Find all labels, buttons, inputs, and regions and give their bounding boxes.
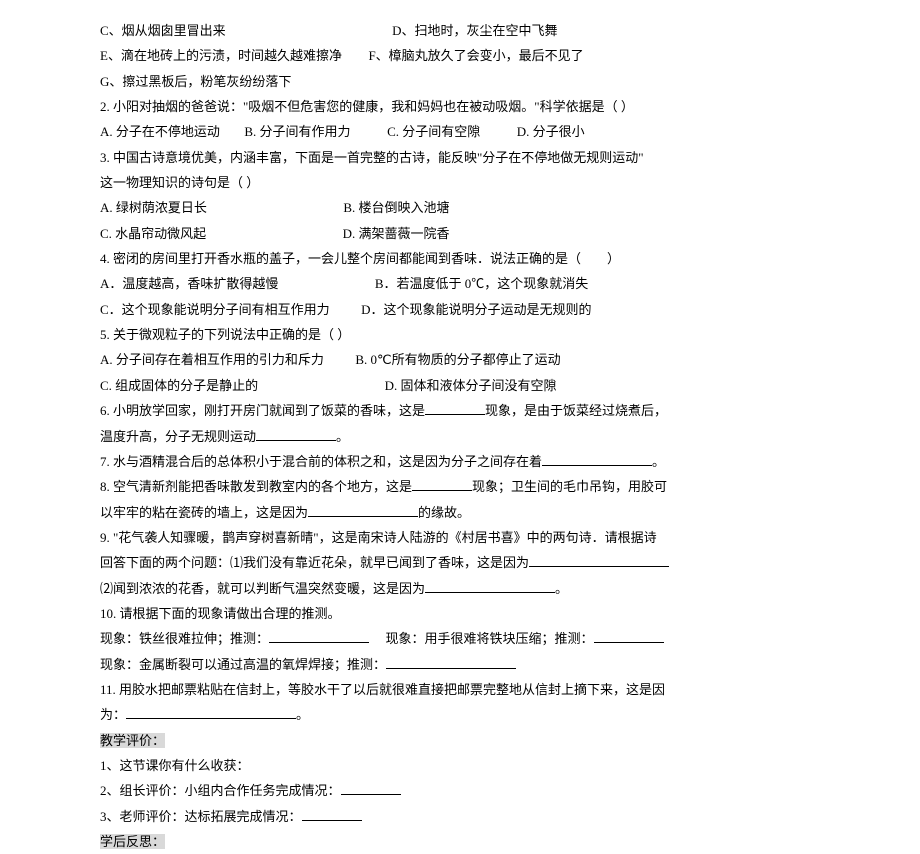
eval-blank2[interactable] xyxy=(302,808,362,821)
q10-blank3[interactable] xyxy=(386,656,516,669)
q8-line2: 以牢牢的粘在瓷砖的墙上，这是因为 的缘故。 xyxy=(100,500,820,525)
q10-stem: 10. 请根据下面的现象请做出合理的推测。 xyxy=(100,601,820,626)
q11-part3: 。 xyxy=(296,707,309,722)
eval-header: 教学评价： xyxy=(100,728,820,753)
q10-row2: 现象：金属断裂可以通过高温的氧焊焊接；推测： xyxy=(100,652,820,677)
q3-stem1: 3. 中国古诗意境优美，内涵丰富，下面是一首完整的古诗，能反映"分子在不停地做无… xyxy=(100,145,820,170)
eval-header-text: 教学评价： xyxy=(100,733,165,748)
reflection-header: 学后反思： xyxy=(100,829,820,854)
q8-part2: 现象；卫生间的毛巾吊钩，用胶可 xyxy=(472,479,667,494)
q6-blank2[interactable] xyxy=(256,428,336,441)
q1-option-g: G、擦过黑板后，粉笔灰纷纷落下 xyxy=(100,69,820,94)
q3-opt-d: D. 满架蔷薇一院香 xyxy=(343,226,450,241)
q6-line1: 6. 小明放学回家，刚打开房门就闻到了饭菜的香味，这是 现象，是由于饭菜经过烧煮后… xyxy=(100,398,820,423)
q6-part2: 现象，是由于饭菜经过烧煮后， xyxy=(485,403,667,418)
q11-part2: 为： xyxy=(100,707,126,722)
q2-stem: 2. 小阳对抽烟的爸爸说："吸烟不但危害您的健康，我和妈妈也在被动吸烟。"科学依… xyxy=(100,94,820,119)
q6-blank1[interactable] xyxy=(425,402,485,415)
reflection-text: 学后反思： xyxy=(100,834,165,849)
q8-blank1[interactable] xyxy=(412,478,472,491)
q10-row2a: 现象：金属断裂可以通过高温的氧焊焊接；推测： xyxy=(100,657,386,672)
q9-sub1a: 回答下面的两个问题：⑴我们没有靠近花朵，就早已闻到了香味，这是因为 xyxy=(100,555,529,570)
q4-opt-d: D．这个现象能说明分子运动是无规则的 xyxy=(361,302,591,317)
q3-stem2: 这一物理知识的诗句是（ ） xyxy=(100,170,820,195)
q10-blank1[interactable] xyxy=(269,630,369,643)
eval-i3: 3、老师评价：达标拓展完成情况： xyxy=(100,804,820,829)
q4-opt-a: A．温度越高，香味扩散得越慢 xyxy=(100,276,278,291)
q9-sub2b: 。 xyxy=(555,581,568,596)
q5-opt-c: C. 组成固体的分子是静止的 xyxy=(100,378,258,393)
q8-part3: 以牢牢的粘在瓷砖的墙上，这是因为 xyxy=(100,505,308,520)
q7-part2: 。 xyxy=(652,454,665,469)
q9-sub1: 回答下面的两个问题：⑴我们没有靠近花朵，就早已闻到了香味，这是因为 xyxy=(100,550,820,575)
q6-part3: 温度升高，分子无规则运动 xyxy=(100,429,256,444)
q5-row-cd: C. 组成固体的分子是静止的 D. 固体和液体分子间没有空隙 xyxy=(100,373,820,398)
q2-opt-d: D. 分子很小 xyxy=(517,124,585,139)
eval-blank1[interactable] xyxy=(341,782,401,795)
q7-line: 7. 水与酒精混合后的总体积小于混合前的体积之和，这是因为分子之间存在着 。 xyxy=(100,449,820,474)
q6-part4: 。 xyxy=(336,429,349,444)
q3-opt-a: A. 绿树荫浓夏日长 xyxy=(100,200,207,215)
q4-row-ab: A．温度越高，香味扩散得越慢 B．若温度低于 0℃，这个现象就消失 xyxy=(100,271,820,296)
q11-line2: 为： 。 xyxy=(100,702,820,727)
q10-blank2[interactable] xyxy=(594,630,664,643)
q4-stem: 4. 密闭的房间里打开香水瓶的盖子，一会儿整个房间都能闻到香味．说法正确的是（ … xyxy=(100,246,820,271)
q7-blank[interactable] xyxy=(542,453,652,466)
q4-opt-c: C．这个现象能说明分子间有相互作用力 xyxy=(100,302,330,317)
q3-row-ab: A. 绿树荫浓夏日长 B. 楼台倒映入池塘 xyxy=(100,195,820,220)
q8-part1: 8. 空气清新剂能把香味散发到教室内的各个地方，这是 xyxy=(100,479,412,494)
eval-i2-text: 2、组长评价：小组内合作任务完成情况： xyxy=(100,783,341,798)
q2-options: A. 分子在不停地运动 B. 分子间有作用力 C. 分子间有空隙 D. 分子很小 xyxy=(100,119,820,144)
q5-opt-a: A. 分子间存在着相互作用的引力和斥力 xyxy=(100,352,324,367)
q8-line1: 8. 空气清新剂能把香味散发到教室内的各个地方，这是 现象；卫生间的毛巾吊钩，用胶… xyxy=(100,474,820,499)
q1-opt-c: C、烟从烟囱里冒出来 xyxy=(100,23,226,38)
q10-row1a: 现象：铁丝很难拉伸；推测： xyxy=(100,631,269,646)
q5-opt-d: D. 固体和液体分子间没有空隙 xyxy=(385,378,557,393)
q1-opt-f: F、樟脑丸放久了会变小，最后不见了 xyxy=(368,48,583,63)
eval-i2: 2、组长评价：小组内合作任务完成情况： xyxy=(100,778,820,803)
q1-option-cd: C、烟从烟囱里冒出来 D、扫地时，灰尘在空中飞舞 xyxy=(100,18,820,43)
q11-blank[interactable] xyxy=(126,706,296,719)
q6-line2: 温度升高，分子无规则运动 。 xyxy=(100,424,820,449)
q9-stem: 9. "花气袭人知骤暖，鹊声穿树喜新晴"，这是南宋诗人陆游的《村居书喜》中的两句… xyxy=(100,525,820,550)
q1-opt-g: G、擦过黑板后，粉笔灰纷纷落下 xyxy=(100,74,291,89)
q9-sub2: ⑵闻到浓浓的花香，就可以判断气温突然变暖，这是因为 。 xyxy=(100,576,820,601)
q3-opt-c: C. 水晶帘动微风起 xyxy=(100,226,206,241)
q1-opt-d: D、扫地时，灰尘在空中飞舞 xyxy=(392,23,557,38)
q1-option-ef: E、滴在地砖上的污渍，时间越久越难擦净 F、樟脑丸放久了会变小，最后不见了 xyxy=(100,43,820,68)
q4-opt-b: B．若温度低于 0℃，这个现象就消失 xyxy=(375,276,588,291)
q1-opt-e: E、滴在地砖上的污渍，时间越久越难擦净 xyxy=(100,48,342,63)
q7-part1: 7. 水与酒精混合后的总体积小于混合前的体积之和，这是因为分子之间存在着 xyxy=(100,454,542,469)
q9-sub2a: ⑵闻到浓浓的花香，就可以判断气温突然变暖，这是因为 xyxy=(100,581,425,596)
q8-blank2[interactable] xyxy=(308,504,418,517)
q3-opt-b: B. 楼台倒映入池塘 xyxy=(343,200,449,215)
q10-row1b: 现象：用手很难将铁块压缩；推测： xyxy=(386,631,594,646)
q10-row1: 现象：铁丝很难拉伸；推测： 现象：用手很难将铁块压缩；推测： xyxy=(100,626,820,651)
q5-row-ab: A. 分子间存在着相互作用的引力和斥力 B. 0℃所有物质的分子都停止了运动 xyxy=(100,347,820,372)
eval-i3-text: 3、老师评价：达标拓展完成情况： xyxy=(100,809,302,824)
q4-row-cd: C．这个现象能说明分子间有相互作用力 D．这个现象能说明分子运动是无规则的 xyxy=(100,297,820,322)
q9-blank1[interactable] xyxy=(529,554,669,567)
q2-opt-b: B. 分子间有作用力 xyxy=(244,124,350,139)
q2-opt-c: C. 分子间有空隙 xyxy=(387,124,480,139)
q9-blank2[interactable] xyxy=(425,580,555,593)
q5-stem: 5. 关于微观粒子的下列说法中正确的是（ ） xyxy=(100,322,820,347)
q2-opt-a: A. 分子在不停地运动 xyxy=(100,124,220,139)
q5-opt-b: B. 0℃所有物质的分子都停止了运动 xyxy=(355,352,560,367)
q3-row-cd: C. 水晶帘动微风起 D. 满架蔷薇一院香 xyxy=(100,221,820,246)
q6-part1: 6. 小明放学回家，刚打开房门就闻到了饭菜的香味，这是 xyxy=(100,403,425,418)
eval-i1: 1、这节课你有什么收获： xyxy=(100,753,820,778)
q8-part4: 的缘故。 xyxy=(418,505,470,520)
